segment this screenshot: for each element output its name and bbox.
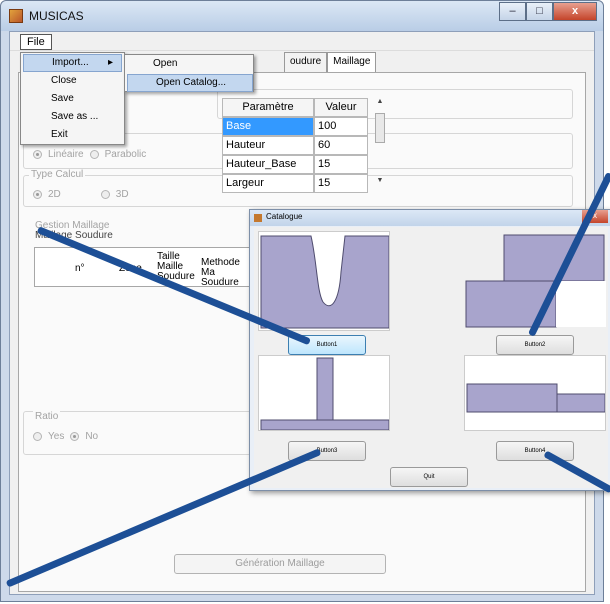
col-n: n° [75, 263, 85, 274]
radio-3d[interactable] [100, 190, 110, 199]
tab-maillage[interactable]: Maillage [327, 52, 377, 72]
catalogue-button-2[interactable]: Button2 [496, 335, 574, 355]
param-value[interactable]: 100 [314, 117, 368, 136]
table-row[interactable]: Largeur 15 [222, 174, 368, 193]
tab-soudure[interactable]: oudure [284, 52, 328, 72]
catalogue-title-bar[interactable]: Catalogue x [250, 210, 610, 226]
label-3d: 3D [115, 189, 129, 200]
minimize-button[interactable]: – [499, 2, 526, 21]
step-joint-shape [466, 383, 605, 413]
param-name[interactable]: Largeur [222, 174, 314, 193]
menu-import-label: Import... [52, 57, 89, 68]
maillage-grid[interactable]: n° Zone Taille Maille Soudure Methode Ma… [34, 247, 250, 288]
menu-exit[interactable]: Exit [51, 129, 68, 140]
v-groove-shape [260, 235, 389, 329]
menu-save[interactable]: Save [51, 93, 74, 104]
label-lineaire: Linéaire [48, 149, 84, 160]
shape-preview-2 [464, 231, 606, 331]
label-yes: Yes [48, 431, 65, 442]
submenu-arrow-icon: ▸ [107, 57, 113, 68]
radio-2d[interactable] [33, 190, 42, 199]
menu-open[interactable]: Open [153, 58, 177, 69]
ratio-label: Ratio [33, 411, 61, 422]
tab-strip: oudure Maillage [284, 52, 377, 72]
type-calcul-options: 2D 3D [33, 189, 129, 200]
type-calcul-label: Type Calcul [29, 169, 86, 180]
app-icon [9, 9, 23, 23]
maximize-button[interactable]: □ [526, 2, 553, 21]
menu-file[interactable]: File [20, 34, 52, 50]
catalogue-button-4[interactable]: Button4 [496, 441, 574, 461]
table-row[interactable]: Hauteur_Base 15 [222, 155, 368, 174]
catalogue-title: Catalogue [266, 212, 303, 221]
col-methode: Methode Ma Soudure [201, 258, 240, 288]
col-valeur[interactable]: Valeur [314, 98, 368, 117]
import-submenu: Open Open Catalog... [124, 54, 254, 92]
table-row[interactable]: Base 100 [222, 117, 368, 136]
catalogue-body: Button1 Button2 Button3 Button4 Quit [254, 227, 608, 488]
param-name[interactable]: Base [222, 117, 314, 136]
calc-options: Linéaire Parabolic [33, 149, 146, 160]
shape-preview-1 [258, 231, 390, 331]
param-name[interactable]: Hauteur [222, 136, 314, 155]
lap-joint-shape [465, 234, 606, 328]
quit-button[interactable]: Quit [390, 467, 468, 487]
scroll-down-icon[interactable]: ▼ [372, 177, 388, 184]
label-no: No [85, 431, 99, 442]
label-2d: 2D [48, 189, 61, 200]
param-value[interactable]: 15 [314, 174, 368, 193]
radio-parabolic[interactable] [89, 150, 99, 159]
scroll-thumb[interactable] [375, 113, 385, 143]
col-parametre[interactable]: Paramètre [222, 98, 314, 117]
menu-bar: File [10, 32, 594, 51]
close-button[interactable]: x [553, 2, 597, 21]
t-joint-shape [260, 357, 389, 430]
label-parabolic: Parabolic [104, 149, 147, 160]
menu-import[interactable]: Import... ▸ [23, 54, 122, 72]
window-title: MUSICAS [29, 9, 84, 23]
title-bar[interactable]: MUSICAS – □ x [1, 1, 603, 31]
generation-maillage-button[interactable]: Génération Maillage [174, 554, 386, 574]
file-menu: Import... ▸ Close Save Save as ... Exit [20, 52, 125, 145]
table-row[interactable]: Hauteur 60 [222, 136, 368, 155]
menu-save-as[interactable]: Save as ... [51, 111, 98, 122]
shape-preview-3 [258, 355, 390, 431]
radio-no[interactable] [70, 432, 80, 441]
menu-open-catalog[interactable]: Open Catalog... [127, 74, 253, 92]
param-table[interactable]: Paramètre Valeur Base 100 Hauteur 60 Hau… [222, 98, 368, 193]
radio-lineaire[interactable] [33, 150, 42, 159]
param-name[interactable]: Hauteur_Base [222, 155, 314, 174]
param-header: Paramètre Valeur [222, 98, 368, 117]
scroll-up-icon[interactable]: ▲ [372, 98, 388, 105]
menu-close[interactable]: Close [51, 75, 77, 86]
shape-preview-4 [464, 355, 606, 431]
param-scrollbar[interactable]: ▲ ▼ [372, 98, 388, 202]
param-value[interactable]: 15 [314, 155, 368, 174]
catalogue-window: Catalogue x Button1 Button2 Button3 Butt… [249, 209, 610, 491]
radio-yes[interactable] [33, 432, 42, 441]
ratio-options: Yes No [33, 431, 98, 442]
catalogue-icon [254, 214, 262, 222]
param-value[interactable]: 60 [314, 136, 368, 155]
